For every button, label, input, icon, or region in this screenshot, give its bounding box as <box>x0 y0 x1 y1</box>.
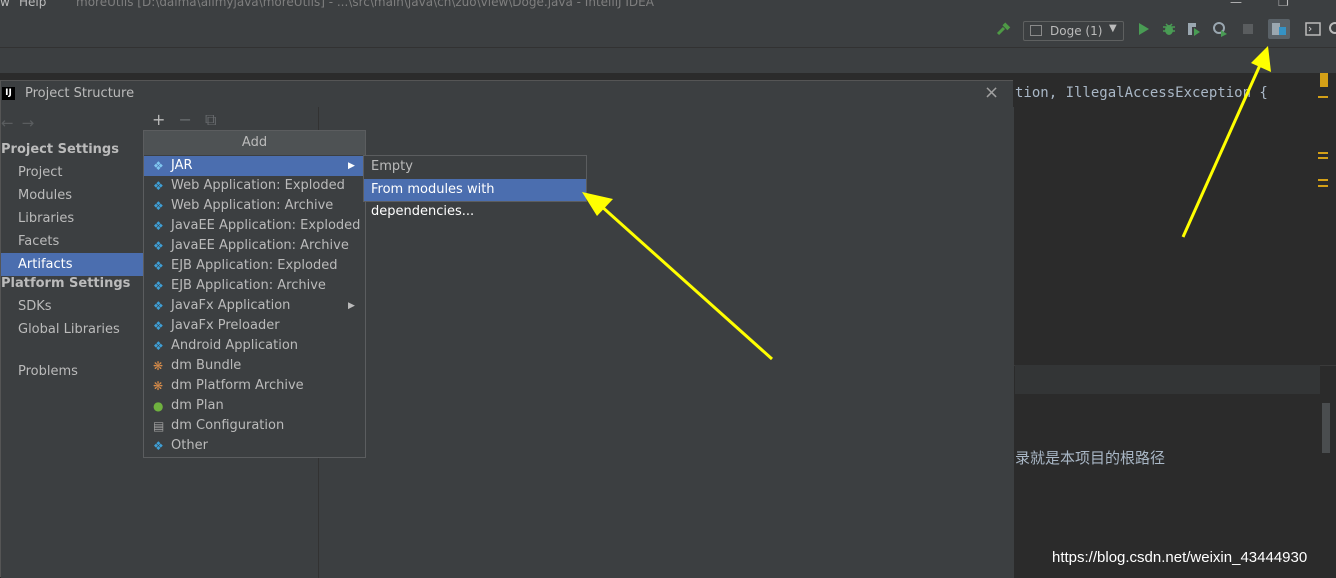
code-line: tion, IllegalAccessException { <box>1015 85 1268 101</box>
artifact-icon: ❖ <box>153 159 164 173</box>
remove-icon[interactable]: − <box>179 110 192 129</box>
sidebar-item-facets[interactable]: Facets <box>1 230 144 253</box>
web-artifact-icon: ❖ <box>153 179 164 193</box>
dialog-header: IJ Project Structure × <box>1 81 1014 107</box>
javaee-artifact-icon: ❖ <box>153 219 164 233</box>
menu-fragment[interactable]: w <box>0 0 10 9</box>
dialog-sidebar: ←→ Project Settings Project Modules Libr… <box>1 107 144 578</box>
gutter-marker[interactable] <box>1318 96 1328 98</box>
forward-arrow-icon[interactable]: → <box>22 114 43 132</box>
gutter-marker[interactable] <box>1318 152 1328 154</box>
window-title: moreUtils [D:\daima\allmyjava\moreUtils]… <box>76 0 654 9</box>
build-hammer-icon[interactable] <box>996 21 1012 37</box>
project-structure-icon[interactable] <box>1268 19 1290 39</box>
comment-text: 录就是本项目的根路径 <box>1015 449 1166 467</box>
document-icon: ▤ <box>153 419 165 433</box>
editor-lower-area <box>978 365 1336 578</box>
sidebar-item-artifacts[interactable]: Artifacts <box>1 253 144 276</box>
run-config-label: Doge (1) <box>1050 24 1103 38</box>
title-bar: w Help moreUtils [D:\daima\allmyjava\mor… <box>0 0 1336 12</box>
add-popup-menu: Add ❖ JAR ▶ ❖ Web Application: Exploded ❖ We… <box>143 130 366 458</box>
gutter-marker[interactable] <box>1318 157 1328 159</box>
copy-icon[interactable]: ⧉ <box>205 110 216 129</box>
ejb-artifact-icon: ❖ <box>153 279 164 293</box>
dialog-title: Project Structure <box>25 86 135 101</box>
menu-item-dm-bundle[interactable]: ❋ dm Bundle <box>144 356 365 376</box>
artifact-tools: + − ⧉ <box>152 110 216 130</box>
back-arrow-icon[interactable]: ← <box>1 114 22 132</box>
menu-item-web-exploded[interactable]: ❖ Web Application: Exploded <box>144 176 365 196</box>
bundle-icon: ❋ <box>153 379 164 393</box>
editor-tab-strip <box>0 48 1336 73</box>
menu-item-ejb-exploded[interactable]: ❖ EJB Application: Exploded <box>144 256 365 276</box>
chevron-down-icon: ▼ <box>1109 23 1117 34</box>
profile-icon[interactable] <box>1212 21 1228 37</box>
sidebar-item-modules[interactable]: Modules <box>1 184 144 207</box>
artifact-icon: ❖ <box>153 319 164 333</box>
sidebar-item-libraries[interactable]: Libraries <box>1 207 144 230</box>
warning-marker[interactable] <box>1320 73 1328 87</box>
terminal-icon[interactable] <box>1305 21 1321 37</box>
editor-panel-header <box>1015 365 1320 394</box>
menu-item-javaee-archive[interactable]: ❖ JavaEE Application: Archive <box>144 236 365 256</box>
platform-settings-header: Platform Settings <box>1 276 131 291</box>
nav-arrows: ←→ <box>1 114 42 132</box>
artifact-icon: ❖ <box>153 339 164 353</box>
run-icon[interactable] <box>1136 21 1152 37</box>
restore-button[interactable]: ❐ <box>1278 0 1289 9</box>
menu-item-dm-configuration[interactable]: ▤ dm Configuration <box>144 416 365 436</box>
watermark: https://blog.csdn.net/weixin_43444930 <box>1052 549 1308 566</box>
menu-item-javafx-application[interactable]: ❖ JavaFx Application ▶ <box>144 296 365 316</box>
submenu-item-empty[interactable]: Empty <box>364 156 586 178</box>
sidebar-item-global-libraries[interactable]: Global Libraries <box>1 318 144 341</box>
add-icon[interactable]: + <box>152 110 165 129</box>
jar-submenu: Empty From modules with dependencies... <box>363 155 587 219</box>
menu-item-jar[interactable]: ❖ JAR ▶ <box>144 156 365 176</box>
menu-item-dm-plan[interactable]: ● dm Plan <box>144 396 365 416</box>
close-button[interactable]: × <box>984 82 999 103</box>
debug-bug-icon[interactable] <box>1161 21 1177 37</box>
menu-help[interactable]: Help <box>19 0 46 9</box>
submenu-item-from-modules[interactable]: From modules with dependencies... <box>364 179 586 219</box>
sidebar-item-sdks[interactable]: SDKs <box>1 295 144 318</box>
search-icon[interactable] <box>1328 21 1336 37</box>
menu-item-web-archive[interactable]: ❖ Web Application: Archive <box>144 196 365 216</box>
globe-icon: ● <box>153 399 164 413</box>
artifact-icon: ❖ <box>153 439 164 453</box>
submenu-arrow-icon: ▶ <box>348 301 355 311</box>
sidebar-item-problems[interactable]: Problems <box>1 360 144 383</box>
add-menu-title: Add <box>144 131 365 155</box>
project-settings-header: Project Settings <box>1 142 119 157</box>
run-configuration-dropdown[interactable]: Doge (1) ▼ <box>1023 21 1124 41</box>
menu-item-android-application[interactable]: ❖ Android Application <box>144 336 365 356</box>
bundle-icon: ❋ <box>153 359 164 373</box>
sidebar-item-project[interactable]: Project <box>1 161 144 184</box>
main-toolbar: Doge (1) ▼ <box>0 12 1336 48</box>
scrollbar[interactable] <box>1322 403 1330 453</box>
intellij-logo-icon: IJ <box>2 87 15 100</box>
menu-item-javafx-preloader[interactable]: ❖ JavaFx Preloader <box>144 316 365 336</box>
minimize-button[interactable]: — <box>1230 0 1242 9</box>
submenu-arrow-icon: ▶ <box>348 161 355 171</box>
menu-item-other[interactable]: ❖ Other <box>144 436 365 456</box>
stop-icon[interactable] <box>1240 21 1256 37</box>
web-artifact-icon: ❖ <box>153 199 164 213</box>
artifact-icon: ❖ <box>153 299 164 313</box>
run-config-icon <box>1030 25 1042 36</box>
ejb-artifact-icon: ❖ <box>153 259 164 273</box>
gutter-marker[interactable] <box>1318 185 1328 187</box>
javaee-artifact-icon: ❖ <box>153 239 164 253</box>
gutter-marker[interactable] <box>1318 179 1328 181</box>
coverage-icon[interactable] <box>1186 21 1202 37</box>
menu-item-javaee-exploded[interactable]: ❖ JavaEE Application: Exploded <box>144 216 365 236</box>
menu-item-ejb-archive[interactable]: ❖ EJB Application: Archive <box>144 276 365 296</box>
menu-item-dm-platform-archive[interactable]: ❋ dm Platform Archive <box>144 376 365 396</box>
